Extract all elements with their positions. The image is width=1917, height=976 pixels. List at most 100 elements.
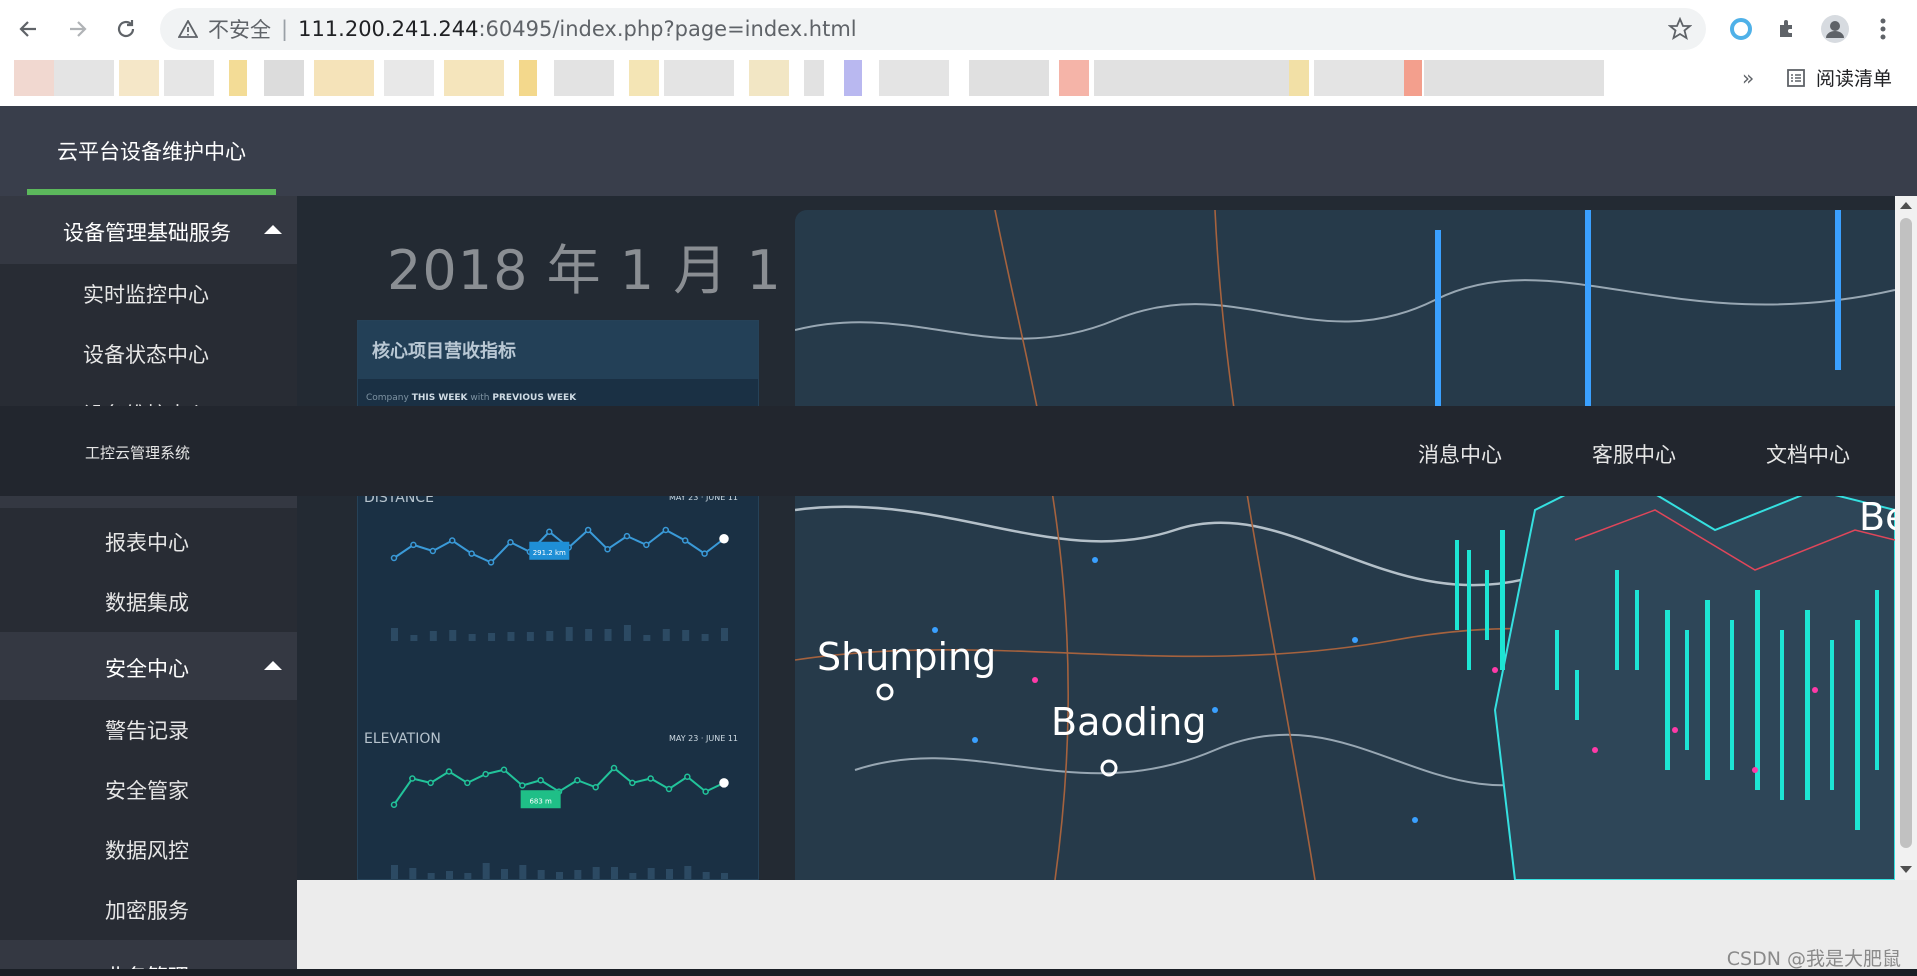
sidebar-item-device-status[interactable]: 设备状态中心	[0, 324, 297, 380]
sidebar-item-reports[interactable]: 报表中心	[0, 512, 297, 568]
elevation-bar	[556, 872, 563, 879]
distance-point	[448, 537, 456, 544]
chrome-menu-button[interactable]	[1866, 12, 1900, 46]
elevation-range-from: MAY 23	[669, 734, 699, 743]
reading-list-button[interactable]: 阅读清单	[1786, 64, 1892, 91]
nav-link-docs[interactable]: 文档中心	[1766, 439, 1850, 469]
sidebar-item-data-integration[interactable]: 数据集成	[0, 572, 297, 628]
distance-bar	[391, 628, 398, 641]
distance-point	[546, 528, 553, 535]
sidebar-item-label: 数据风控	[105, 839, 189, 863]
forward-button[interactable]	[62, 13, 94, 45]
elevation-bar	[501, 869, 508, 879]
scroll-thumb[interactable]	[1900, 218, 1912, 848]
caret-up-icon	[264, 225, 282, 234]
extensions-menu-button[interactable]	[1771, 12, 1805, 46]
elevation-range: MAY 23 · JUNE 11	[669, 734, 738, 743]
address-bar[interactable]: 不安全 | 111.200.241.244 :60495/index.php?p…	[160, 8, 1706, 50]
distance-point	[390, 554, 398, 562]
sidebar-item-label: 报表中心	[105, 531, 189, 555]
back-button[interactable]	[12, 13, 44, 45]
elevation-bar	[391, 865, 398, 879]
elevation-point	[629, 779, 636, 787]
security-label: 不安全	[208, 18, 271, 42]
sidebar-item-label: 实时监控中心	[83, 283, 209, 307]
scroll-up-icon[interactable]	[1900, 202, 1912, 209]
elevation-point	[464, 779, 471, 787]
distance-bar	[410, 635, 418, 641]
elevation-point	[719, 778, 729, 788]
profile-button[interactable]	[1818, 12, 1852, 46]
panel-title: 核心项目营收指标	[372, 341, 516, 362]
app-header: 云平台设备维护中心	[0, 106, 1917, 196]
bookmark-star-button[interactable]	[1667, 16, 1693, 46]
elevation-label: ELEVATION	[364, 731, 441, 747]
dashboard-date: 2018 年 1 月 1 日	[387, 239, 855, 302]
distance-bar	[429, 631, 437, 641]
nav-link-messages[interactable]: 消息中心	[1418, 439, 1502, 469]
elevation-bar	[666, 869, 673, 879]
elevation-point	[665, 785, 673, 793]
sidebar-item-encryption[interactable]: 加密服务	[0, 880, 297, 936]
map-city-label: Baoding	[1051, 700, 1207, 744]
elevation-bar	[629, 873, 637, 879]
elevation-bar	[427, 873, 435, 879]
metrics-panel: 核心项目营收指标 Company THIS WEEK with PREVIOUS…	[357, 320, 759, 880]
elevation-bar	[482, 863, 490, 879]
elevation-point	[500, 766, 508, 773]
distance-point	[681, 537, 689, 544]
taskbar-strip	[0, 969, 1917, 976]
sidebar-item-risk-control[interactable]: 数据风控	[0, 820, 297, 876]
elevation-point	[610, 764, 618, 772]
elevation-bar	[721, 873, 728, 879]
distance-bar	[468, 634, 476, 641]
elevation-point	[702, 788, 709, 795]
distance-bar	[507, 632, 515, 641]
reading-list-icon	[1787, 68, 1805, 87]
map-drawing	[795, 210, 1895, 880]
panel-sub-with: with	[470, 393, 490, 403]
scroll-down-icon[interactable]	[1900, 866, 1912, 873]
elevation-chart: 683 m	[390, 764, 729, 879]
more-bookmarks-button[interactable]: »	[1742, 66, 1754, 90]
distance-point	[662, 526, 670, 534]
distance-point	[487, 559, 495, 566]
extension-button[interactable]	[1724, 12, 1758, 46]
scrollbar[interactable]	[1895, 196, 1917, 880]
map-visualization: Shunping Baoding Be	[795, 210, 1895, 880]
sidebar-item-alerts[interactable]: 警告记录	[0, 700, 297, 756]
distance-bar	[585, 629, 593, 641]
distance-bar	[488, 633, 496, 641]
distance-point	[701, 550, 708, 557]
circle-extension-icon	[1730, 18, 1752, 40]
kebab-menu-icon	[1880, 18, 1886, 40]
sidebar-group-security[interactable]: 安全中心	[0, 632, 297, 700]
reload-button[interactable]	[110, 13, 142, 45]
title-underline	[27, 189, 276, 195]
arrow-left-icon	[19, 21, 36, 37]
sidebar-item-label: 数据集成	[105, 591, 189, 615]
nav-link-support[interactable]: 客服中心	[1592, 439, 1676, 469]
panel-sub-prev: PREVIOUS WEEK	[492, 393, 577, 403]
navbar-brand[interactable]: 工控云管理系统	[85, 442, 190, 463]
elevation-point	[409, 775, 416, 782]
sidebar: 设备管理基础服务 实时监控中心 设备状态中心 设备维护中心 报表中心 数据集成 …	[0, 196, 297, 976]
sidebar-item-security-steward[interactable]: 安全管家	[0, 760, 297, 816]
elevation-point	[574, 777, 581, 784]
distance-tooltip-text: 291.2 km	[533, 549, 566, 557]
blurred-bookmarks	[14, 58, 1624, 102]
distance-bar	[546, 631, 554, 641]
warning-icon	[178, 20, 198, 38]
sidebar-item-realtime-monitor[interactable]: 实时监控中心	[0, 264, 297, 320]
url-path: :60495/index.php?page=index.html	[478, 17, 857, 41]
panel-subheader: Company THIS WEEK with PREVIOUS WEEK	[366, 393, 576, 403]
app-title[interactable]: 云平台设备维护中心	[57, 136, 246, 166]
distance-point	[719, 534, 729, 544]
separator: |	[281, 17, 289, 41]
elevation-bar	[519, 865, 527, 879]
sidebar-group-device-management[interactable]: 设备管理基础服务	[0, 196, 297, 264]
elevation-point	[482, 770, 489, 778]
elevation-tooltip-text: 683 m	[529, 797, 552, 805]
sidebar-item-label: 安全管家	[105, 779, 189, 803]
reading-list-label: 阅读清单	[1816, 68, 1893, 90]
